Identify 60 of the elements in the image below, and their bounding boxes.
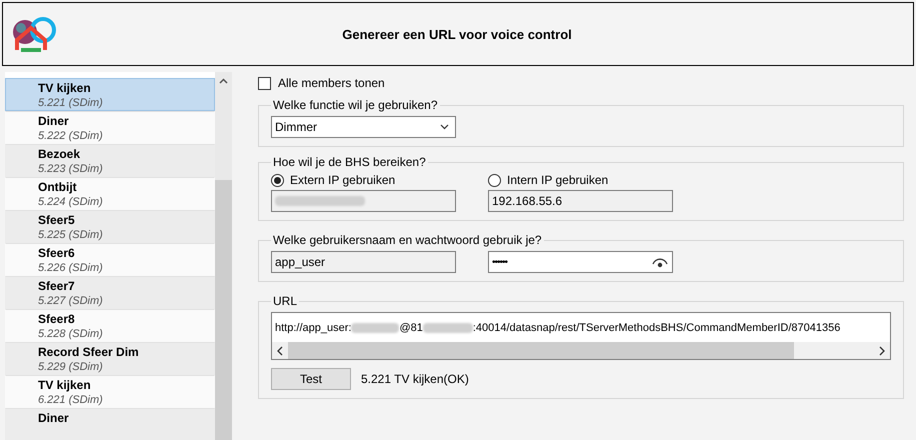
- group-legend: Welke gebruikersnaam en wachtwoord gebruik je?: [271, 233, 544, 247]
- member-name: Ontbijt: [38, 179, 78, 195]
- member-list-item[interactable]: Record Sfeer Dim 5.229 (SDim): [5, 342, 215, 375]
- group-legend: Welke functie wil je gebruiken?: [271, 98, 440, 112]
- scrollbar-thumb[interactable]: [215, 180, 232, 440]
- member-name: TV kijken: [38, 80, 92, 96]
- function-dropdown[interactable]: Dimmer: [271, 116, 456, 138]
- member-name: Bezoek: [38, 146, 82, 162]
- member-name: Diner: [38, 113, 70, 129]
- member-name: Sfeer6: [38, 245, 76, 261]
- member-list-item[interactable]: TV kijken 5.221 (SDim): [5, 78, 215, 111]
- member-name: Record Sfeer Dim: [38, 344, 140, 360]
- test-button[interactable]: Test: [271, 368, 351, 390]
- member-id: 5.229 (SDim): [38, 360, 104, 375]
- member-list-item[interactable]: Diner: [5, 408, 215, 440]
- member-name: Sfeer8: [38, 311, 76, 327]
- radio-button[interactable]: [488, 174, 501, 186]
- window-title: Genereer een URL voor voice control: [341, 26, 573, 42]
- member-id: 5.222 (SDim): [38, 129, 104, 144]
- chevron-down-icon: [440, 124, 449, 130]
- member-list-item[interactable]: Sfeer5 5.225 (SDim): [5, 210, 215, 243]
- member-id: 5.221 (SDim): [38, 96, 104, 111]
- member-list-item[interactable]: TV kijken 6.221 (SDim): [5, 375, 215, 408]
- group-legend: URL: [271, 294, 300, 308]
- ip-field[interactable]: [271, 190, 456, 212]
- member-id: 6.221 (SDim): [38, 393, 104, 408]
- scroll-up-icon[interactable]: [219, 78, 228, 84]
- blurred-text: [422, 322, 473, 332]
- member-list-item[interactable]: Sfeer6 5.226 (SDim): [5, 243, 215, 276]
- eye-icon[interactable]: [651, 256, 669, 268]
- vertical-scrollbar[interactable]: [215, 72, 232, 440]
- username-field[interactable]: app_user: [271, 251, 456, 273]
- url-field[interactable]: http://app_user: @81 :40014/datasnap/rest/TServerMethodsBHS/CommandMemberID/87041356: [271, 312, 891, 360]
- group-legend: Hoe wil je de BHS bereiken?: [271, 155, 428, 169]
- password-field[interactable]: ••••••: [488, 251, 673, 273]
- member-id: 5.225 (SDim): [38, 228, 104, 243]
- ip-field[interactable]: 192.168.55.6: [488, 190, 673, 212]
- checkbox[interactable]: [258, 76, 271, 90]
- member-list-item[interactable]: Bezoek 5.223 (SDim): [5, 144, 215, 177]
- member-list-item[interactable]: Sfeer8 5.228 (SDim): [5, 309, 215, 342]
- member-name: TV kijken: [38, 377, 92, 393]
- member-id: 5.223 (SDim): [38, 162, 104, 177]
- member-list-item[interactable]: Ontbijt 5.224 (SDim): [5, 177, 215, 210]
- member-name: Sfeer5: [38, 212, 76, 228]
- member-id: 5.227 (SDim): [38, 294, 104, 309]
- member-name: Diner: [38, 410, 70, 426]
- horizontal-scrollbar[interactable]: [272, 342, 890, 359]
- radio-label: Intern IP gebruiken: [507, 173, 608, 187]
- member-id: 5.224 (SDim): [38, 195, 104, 210]
- test-result: 5.221 TV kijken(OK): [361, 372, 469, 386]
- member-id: 5.226 (SDim): [38, 261, 104, 276]
- member-id: 5.228 (SDim): [38, 327, 104, 342]
- radio-label: Extern IP gebruiken: [290, 173, 396, 187]
- radio-button[interactable]: [271, 174, 284, 186]
- member-list-item[interactable]: Diner 5.222 (SDim): [5, 111, 215, 144]
- member-name: Sfeer7: [38, 278, 76, 294]
- checkbox-label: Alle members tonen: [278, 76, 385, 90]
- blurred-text: [351, 322, 400, 332]
- member-list-item[interactable]: Sfeer7 5.227 (SDim): [5, 276, 215, 309]
- scrollbar-thumb[interactable]: [288, 342, 794, 359]
